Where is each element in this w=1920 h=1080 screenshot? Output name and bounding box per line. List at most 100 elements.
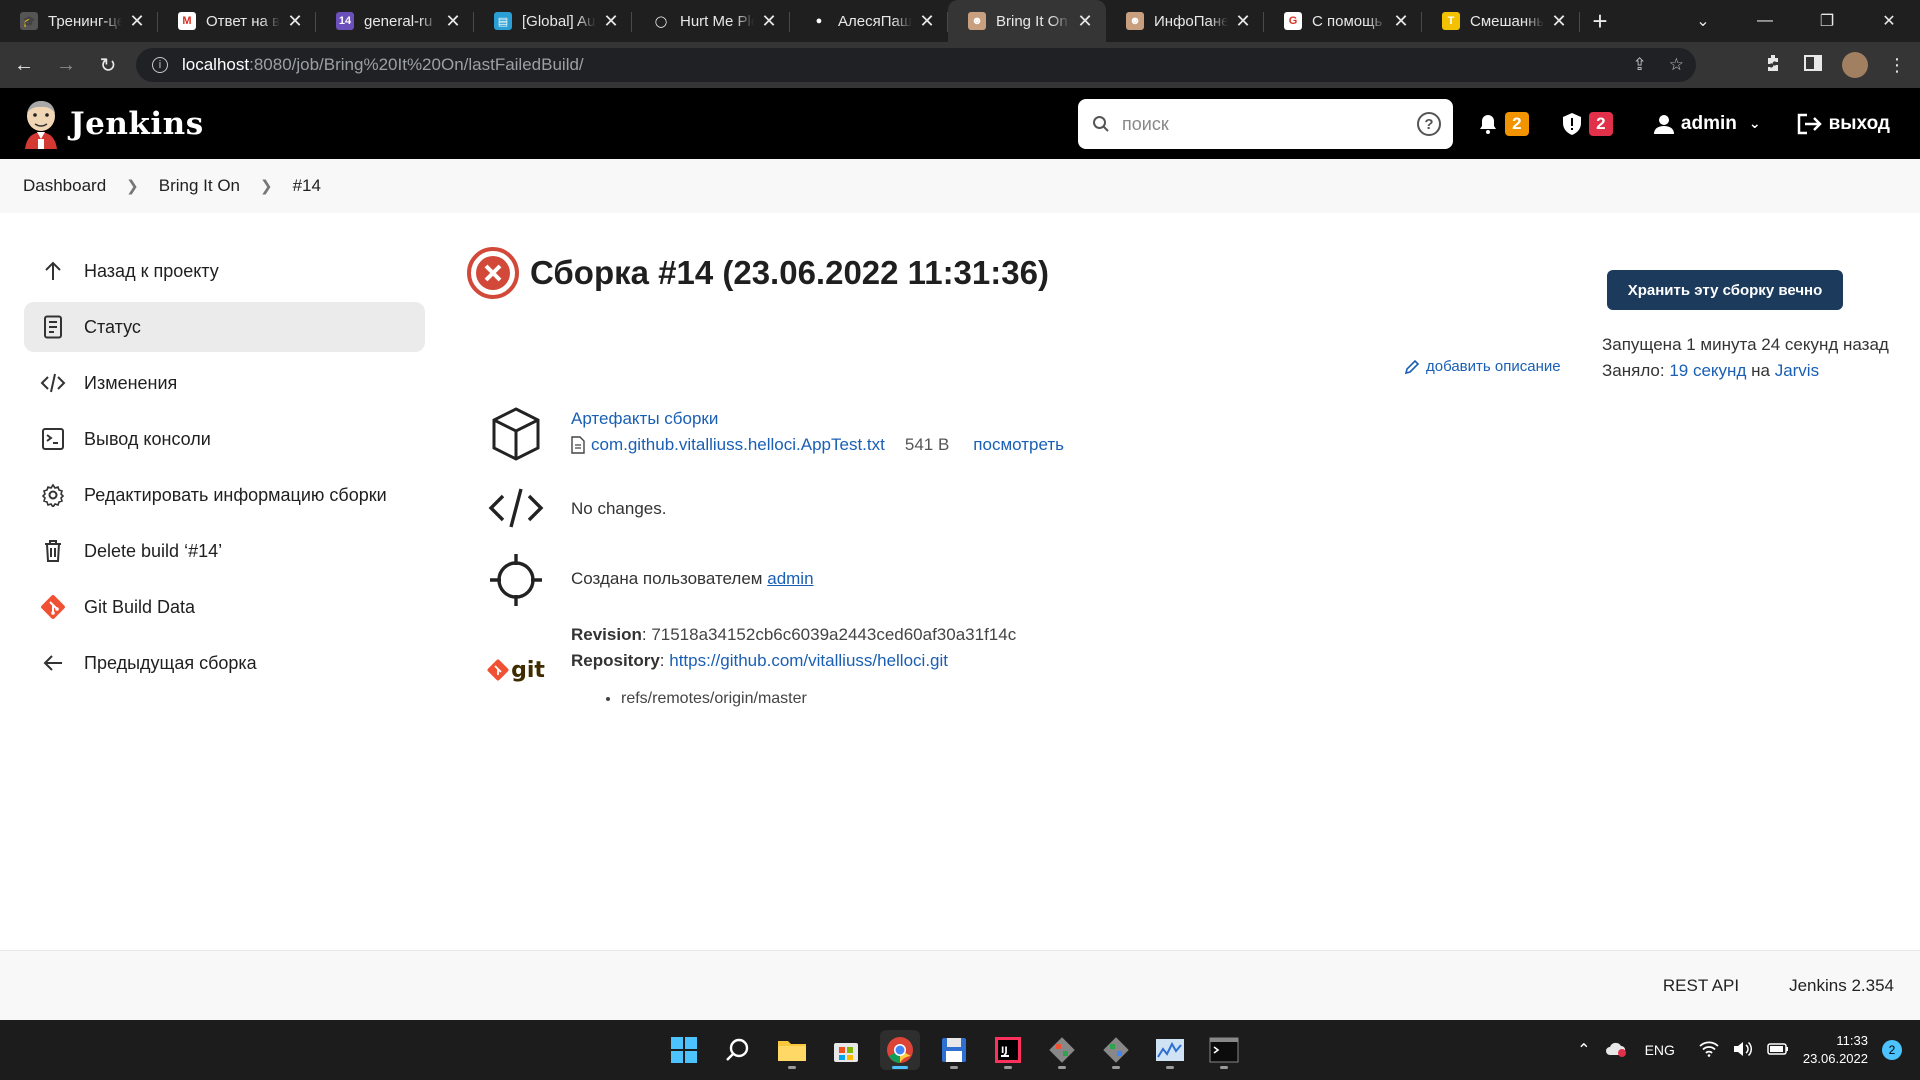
tab-close-icon[interactable]: ✕: [128, 11, 146, 32]
restore-button[interactable]: ❐: [1796, 0, 1858, 42]
artifact-view-link[interactable]: посмотреть: [973, 432, 1064, 458]
tab-close-icon[interactable]: ✕: [444, 11, 462, 32]
browser-tab[interactable]: ◯ Hurt Me Ple ✕: [632, 0, 790, 42]
browser-tab[interactable]: 14 general-ru ✕: [316, 0, 474, 42]
volume-icon[interactable]: [1733, 1041, 1753, 1060]
breadcrumb-build[interactable]: #14: [293, 176, 321, 196]
browser-tab[interactable]: ☻ Bring It On ✕: [948, 0, 1106, 42]
sidebar-item-back-to-project[interactable]: Назад к проекту: [24, 246, 425, 296]
wifi-icon[interactable]: [1699, 1041, 1719, 1060]
tab-favicon-icon: ●: [810, 12, 828, 30]
address-bar[interactable]: i localhost:8080/job/Bring%20It%20On/las…: [136, 48, 1696, 82]
shield-icon: [1562, 112, 1581, 135]
browser-menu-icon[interactable]: ⋮: [1888, 55, 1906, 76]
git-gui-icon[interactable]: [1096, 1030, 1136, 1070]
tab-close-icon[interactable]: ✕: [1234, 11, 1252, 32]
keep-build-forever-button[interactable]: Хранить эту сборку вечно: [1607, 270, 1843, 310]
repository-link[interactable]: https://github.com/vitalliuss/helloci.gi…: [669, 651, 948, 670]
page-footer: REST API Jenkins 2.354: [0, 950, 1920, 1020]
side-panel: Назад к проекту Статус Изменения Вывод к…: [24, 246, 425, 694]
user-icon: [1653, 114, 1674, 134]
tab-close-icon[interactable]: ✕: [602, 11, 620, 32]
jenkins-logo[interactable]: Jenkins: [22, 99, 204, 149]
build-agent-link[interactable]: Jarvis: [1775, 361, 1819, 380]
tab-search-icon[interactable]: ⌄: [1672, 0, 1734, 42]
extensions-puzzle-icon[interactable]: [1764, 53, 1784, 78]
tab-close-icon[interactable]: ✕: [1550, 11, 1568, 32]
sidebar-item-changes[interactable]: Изменения: [24, 358, 425, 408]
tab-title: Ответ на в: [206, 12, 280, 30]
profile-avatar[interactable]: [1842, 52, 1868, 78]
tab-title: ИнфоПане: [1154, 12, 1228, 30]
code-icon: [486, 486, 546, 530]
battery-icon[interactable]: [1767, 1042, 1789, 1059]
system-clock[interactable]: 11:33 23.06.2022: [1803, 1032, 1868, 1068]
url-text[interactable]: localhost:8080/job/Bring%20It%20On/lastF…: [182, 55, 584, 75]
browser-tab[interactable]: ▤ [Global] Au ✕: [474, 0, 632, 42]
tab-title: АлесяПаш: [838, 12, 912, 30]
user-menu[interactable]: admin ⌄: [1653, 113, 1761, 135]
breadcrumb-job[interactable]: Bring It On: [159, 176, 240, 196]
add-description-link[interactable]: добавить описание: [1404, 358, 1561, 375]
sidebar-item-edit-build-info[interactable]: Редактировать информацию сборки: [24, 470, 425, 520]
new-tab-button[interactable]: +: [1580, 0, 1620, 42]
forward-button[interactable]: →: [48, 47, 84, 83]
artifact-file-link[interactable]: com.github.vitalliuss.helloci.AppTest.tx…: [591, 432, 885, 458]
store-icon[interactable]: [826, 1030, 866, 1070]
notifications-button[interactable]: 2: [1477, 111, 1529, 136]
share-icon[interactable]: ⇪: [1633, 55, 1647, 75]
sidebar-item-status[interactable]: Статус: [24, 302, 425, 352]
sidebar-item-delete-build[interactable]: Delete build ‘#14’: [24, 526, 425, 576]
chrome-icon[interactable]: [880, 1030, 920, 1070]
artifacts-title-link[interactable]: Артефакты сборки: [571, 409, 718, 428]
file-explorer-icon[interactable]: [772, 1030, 812, 1070]
tab-favicon-icon: ☻: [968, 12, 986, 30]
browser-tab[interactable]: ☻ ИнфоПане ✕: [1106, 0, 1264, 42]
sidebar-item-console-output[interactable]: Вывод консоли: [24, 414, 425, 464]
jenkins-version-link[interactable]: Jenkins 2.354: [1789, 976, 1894, 996]
start-menu-icon[interactable]: [664, 1030, 704, 1070]
reload-button[interactable]: ↻: [90, 47, 126, 83]
site-info-icon[interactable]: i: [152, 57, 168, 73]
sidebar-item-label: Git Build Data: [84, 596, 196, 617]
keyboard-language[interactable]: ENG: [1645, 1042, 1675, 1058]
tab-close-icon[interactable]: ✕: [286, 11, 304, 32]
tab-close-icon[interactable]: ✕: [1076, 11, 1094, 32]
search-input[interactable]: [1122, 113, 1402, 135]
terminal-icon[interactable]: [1204, 1030, 1244, 1070]
sidebar-item-git-build-data[interactable]: Git Build Data: [24, 582, 425, 632]
rest-api-link[interactable]: REST API: [1663, 976, 1739, 996]
created-by-user-link[interactable]: admin: [767, 569, 813, 588]
chevron-up-icon[interactable]: ⌃: [1577, 1040, 1590, 1060]
notification-center-badge[interactable]: 2: [1882, 1040, 1902, 1060]
bookmark-star-icon[interactable]: ☆: [1669, 55, 1684, 75]
intellij-icon[interactable]: IJ: [988, 1030, 1028, 1070]
logout-button[interactable]: выход: [1797, 113, 1890, 135]
git-gui-icon[interactable]: [1042, 1030, 1082, 1070]
tab-close-icon[interactable]: ✕: [760, 11, 778, 32]
search-help-icon[interactable]: ?: [1417, 112, 1441, 136]
resource-monitor-icon[interactable]: [1150, 1030, 1190, 1070]
sidebar-item-previous-build[interactable]: Предыдущая сборка: [24, 638, 425, 688]
close-window-button[interactable]: ✕: [1858, 0, 1920, 42]
browser-tab[interactable]: T Смешанны ✕: [1422, 0, 1580, 42]
browser-tab[interactable]: ● АлесяПаш ✕: [790, 0, 948, 42]
browser-tab[interactable]: G С помощь ✕: [1264, 0, 1422, 42]
build-duration-link[interactable]: 19 секунд: [1669, 361, 1746, 380]
side-panel-icon[interactable]: [1804, 54, 1822, 77]
gear-icon: [40, 482, 66, 508]
save-disk-icon[interactable]: [934, 1030, 974, 1070]
browser-tab[interactable]: M Ответ на в ✕: [158, 0, 316, 42]
tab-title: Смешанны: [1470, 12, 1544, 30]
tab-favicon-icon: ▤: [494, 12, 512, 30]
minimize-button[interactable]: —: [1734, 0, 1796, 42]
tab-close-icon[interactable]: ✕: [918, 11, 936, 32]
browser-tab[interactable]: 🎓 Тренинг-це ✕: [0, 0, 158, 42]
tab-close-icon[interactable]: ✕: [1392, 11, 1410, 32]
security-button[interactable]: 2: [1561, 111, 1613, 136]
breadcrumb-dashboard[interactable]: Dashboard: [23, 176, 106, 196]
back-button[interactable]: ←: [6, 47, 42, 83]
search-icon[interactable]: [718, 1030, 758, 1070]
onedrive-icon[interactable]: [1605, 1041, 1627, 1060]
build-on-label: на: [1751, 361, 1770, 380]
